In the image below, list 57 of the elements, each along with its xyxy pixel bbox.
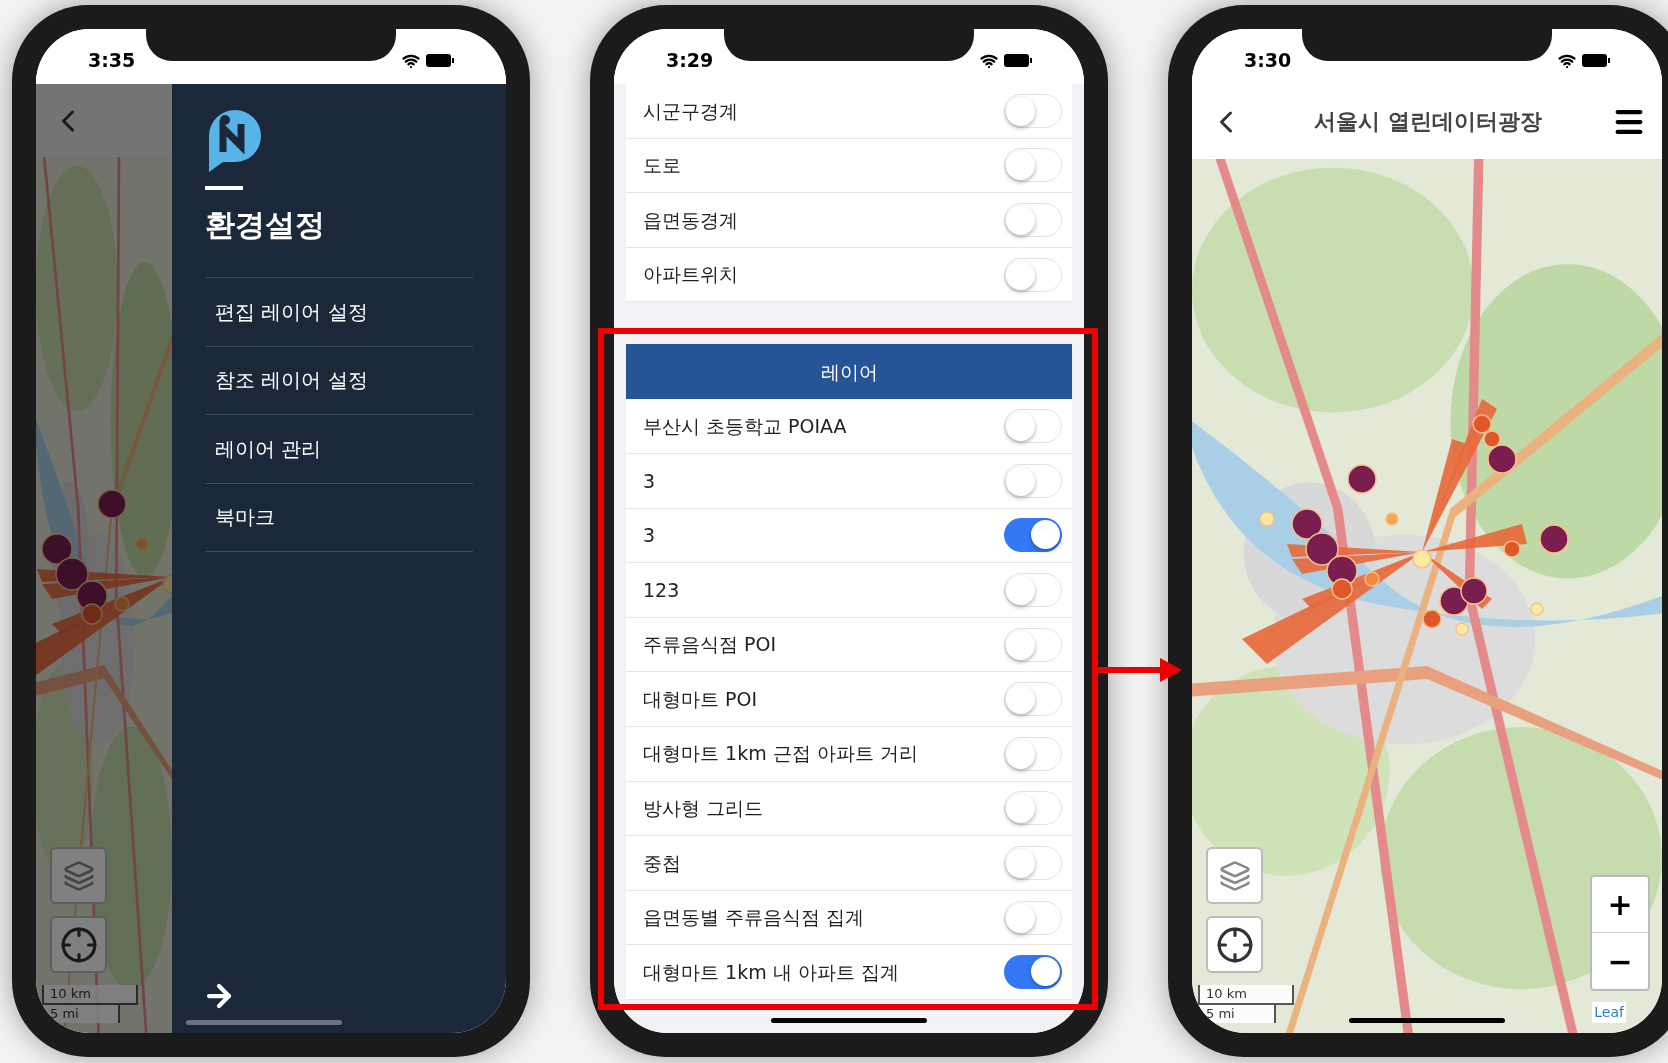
locate-button[interactable] (1206, 916, 1263, 973)
drawer-title: 환경설정 (205, 206, 326, 244)
menu-item[interactable]: 참조 레이어 설정 (205, 345, 473, 414)
layer-label: 아파트위치 (643, 262, 738, 288)
toggle-switch[interactable] (1004, 518, 1062, 553)
scale-bar: 10 km (42, 985, 138, 1005)
layer-label: 시군구경계 (643, 98, 738, 124)
layer-label: 방사형 그리드 (643, 796, 764, 822)
toggle-switch[interactable] (1004, 463, 1062, 498)
battery-icon (1004, 54, 1032, 67)
toggle-switch[interactable] (1004, 955, 1062, 990)
toggle-switch[interactable] (1004, 736, 1062, 771)
toggle-switch[interactable] (1004, 409, 1062, 444)
menu-item[interactable]: 편집 레이어 설정 (205, 277, 473, 346)
zoom-in-button[interactable]: + (1592, 877, 1648, 933)
toggle-switch[interactable] (1004, 791, 1062, 826)
toggle-switch[interactable] (1004, 257, 1062, 292)
toggle-switch[interactable] (1004, 845, 1062, 880)
crosshair-icon (1215, 925, 1254, 964)
toggle-switch[interactable] (1004, 627, 1062, 662)
status-time: 3:35 (88, 48, 136, 74)
section-header: 레이어 (626, 344, 1072, 400)
zoom-out-button[interactable]: − (1592, 933, 1648, 989)
scale-bar: 5 mi (1198, 1005, 1276, 1023)
toggle-switch[interactable] (1004, 148, 1062, 183)
toggle-switch[interactable] (1004, 203, 1062, 237)
layer-label: 3 (643, 468, 656, 494)
layer-label: 대형마트 1km 근접 아파트 거리 (643, 741, 918, 767)
layer-label: 123 (643, 577, 680, 603)
layers-button[interactable] (50, 847, 107, 904)
layer-label: 도로 (643, 153, 681, 179)
layer-label: 대형마트 POI (643, 686, 758, 712)
toggle-switch[interactable] (1004, 572, 1062, 607)
crosshair-icon (59, 925, 98, 964)
layer-label: 읍면동경계 (643, 207, 738, 233)
status-time: 3:30 (1244, 48, 1292, 74)
layer-label: 중첩 (643, 850, 681, 876)
layer-label: 대형마트 1km 내 아파트 집계 (643, 959, 899, 985)
toggle-switch[interactable] (1004, 93, 1062, 128)
layers-icon (62, 859, 95, 892)
scale-bar: 5 mi (42, 1005, 120, 1023)
layer-label: 주류음식점 POI (643, 632, 777, 658)
battery-icon (1582, 54, 1610, 67)
attribution-link[interactable]: Leaf (1592, 1002, 1626, 1023)
scale-bar: 10 km (1198, 985, 1294, 1005)
layer-label: 3 (643, 523, 656, 549)
toggle-switch[interactable] (1004, 682, 1062, 717)
layers-icon (1218, 859, 1251, 892)
toggle-switch[interactable] (1004, 900, 1062, 935)
status-time: 3:29 (666, 48, 714, 74)
battery-icon (426, 54, 454, 67)
screen-title: 서울시 열린데이터광장 (1314, 108, 1542, 136)
layer-label: 읍면동별 주류음식점 집계 (643, 905, 865, 931)
menu-item[interactable]: 레이어 관리 (205, 414, 473, 483)
menu-item[interactable]: 북마크 (205, 482, 473, 551)
layer-label: 부산시 초등학교 POIAA (643, 413, 847, 439)
layers-button[interactable] (1206, 847, 1263, 904)
